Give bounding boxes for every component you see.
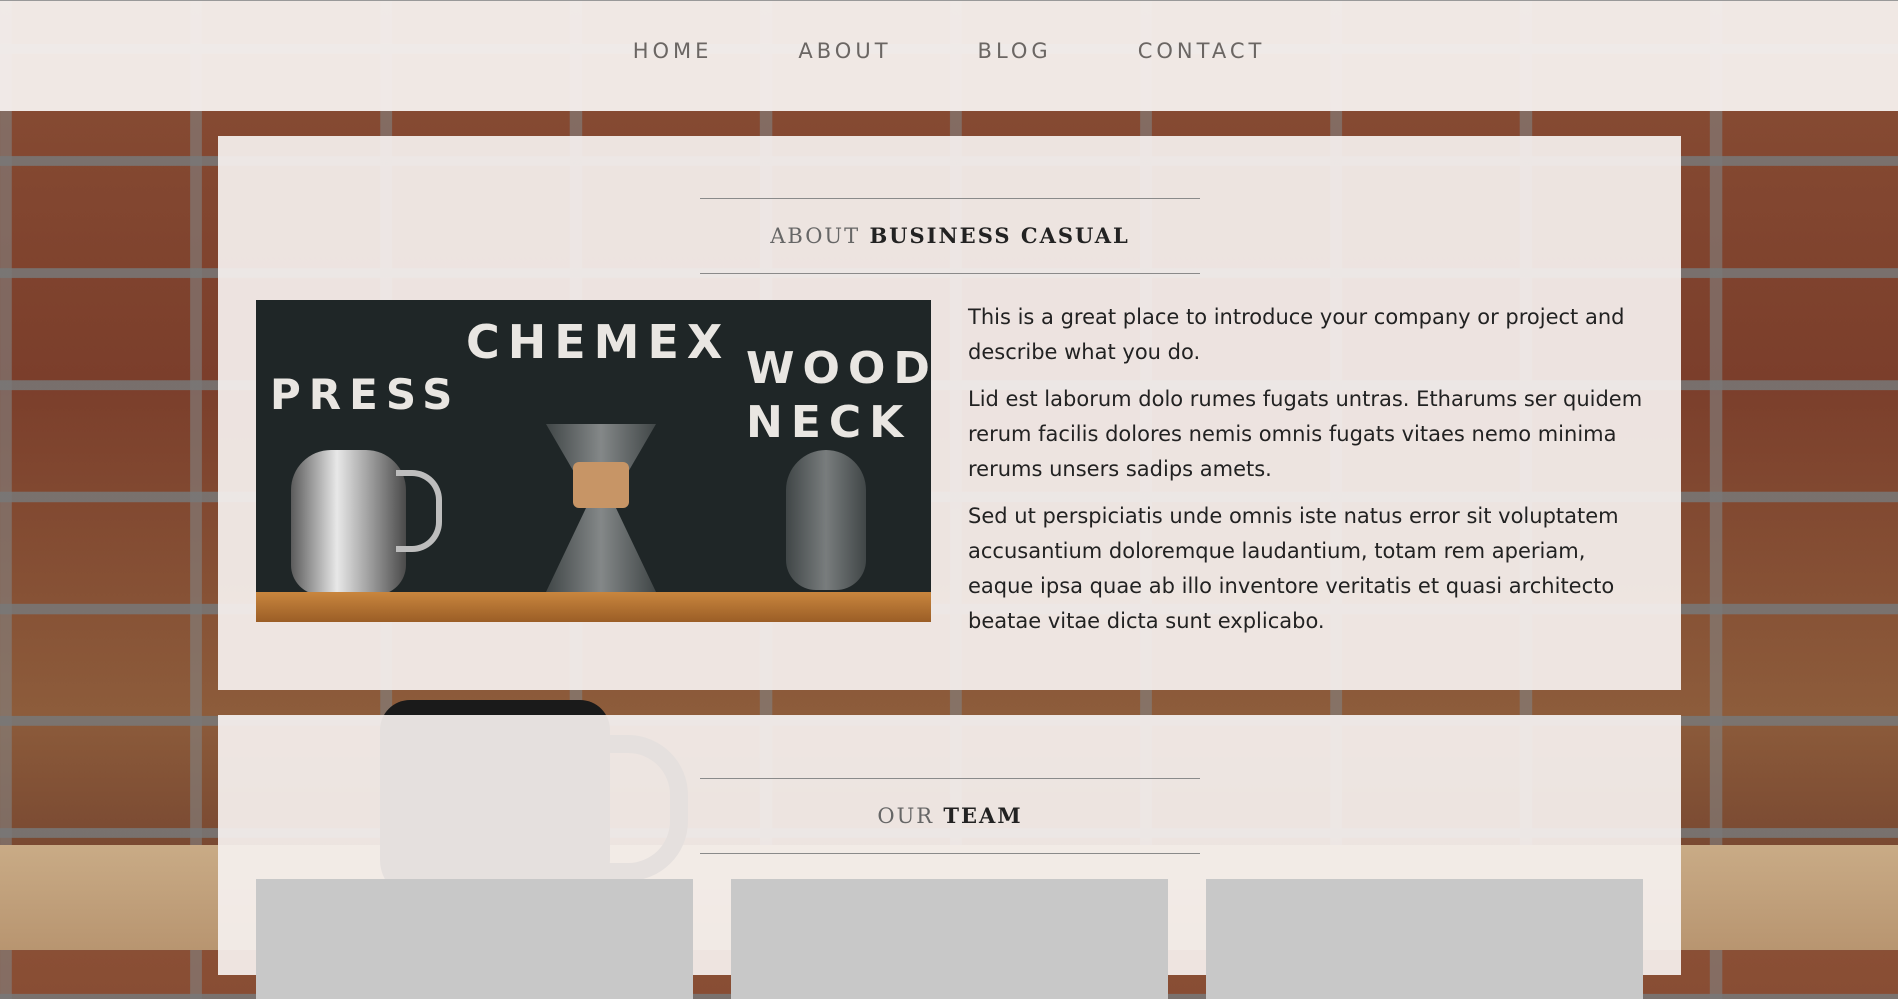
image-label-neck: NECK [746,397,912,448]
about-image: CHEMEX PRESS WOOD NECK [256,300,931,622]
image-label-press: PRESS [270,370,461,419]
chemex-wood-collar [573,462,629,508]
french-press-handle [396,470,442,552]
nav-item-blog[interactable]: BLOG [935,39,1095,63]
team-card [731,879,1168,999]
top-navigation: HOME ABOUT BLOG CONTACT [0,0,1898,111]
nav-item-about[interactable]: ABOUT [755,39,934,63]
nav-item-contact[interactable]: CONTACT [1095,39,1309,63]
team-card [1206,879,1643,999]
team-heading-upper: TEAM [943,803,1023,828]
nav-item-home[interactable]: HOME [590,39,756,63]
about-paragraph-3: Sed ut perspiciatis unde omnis iste natu… [968,504,1619,633]
french-press-pot [291,450,406,595]
team-section: OUR TEAM [218,715,1681,999]
about-text: This is a great place to introduce your … [968,300,1648,651]
about-heading: ABOUT BUSINESS CASUAL [700,198,1200,274]
nav-list: HOME ABOUT BLOG CONTACT [590,39,1309,63]
about-section: ABOUT BUSINESS CASUAL CHEMEX PRESS WOOD … [218,136,1681,690]
team-heading-lower: OUR [877,804,935,828]
image-label-wood-neck: WOOD NECK [746,342,931,450]
team-heading: OUR TEAM [700,778,1200,854]
about-heading-upper: BUSINESS CASUAL [869,223,1130,248]
woodneck-siphon [786,450,866,590]
about-paragraph-1: This is a great place to introduce your … [968,305,1625,364]
about-heading-lower: ABOUT [770,224,861,248]
image-label-wood: WOOD [746,343,931,394]
about-paragraph-2: Lid est laborum dolo rumes fugats untras… [968,387,1643,481]
wood-shelf [256,592,931,622]
chemex-glass [546,424,656,592]
image-label-chemex: CHEMEX [466,315,731,369]
team-card [256,879,693,999]
